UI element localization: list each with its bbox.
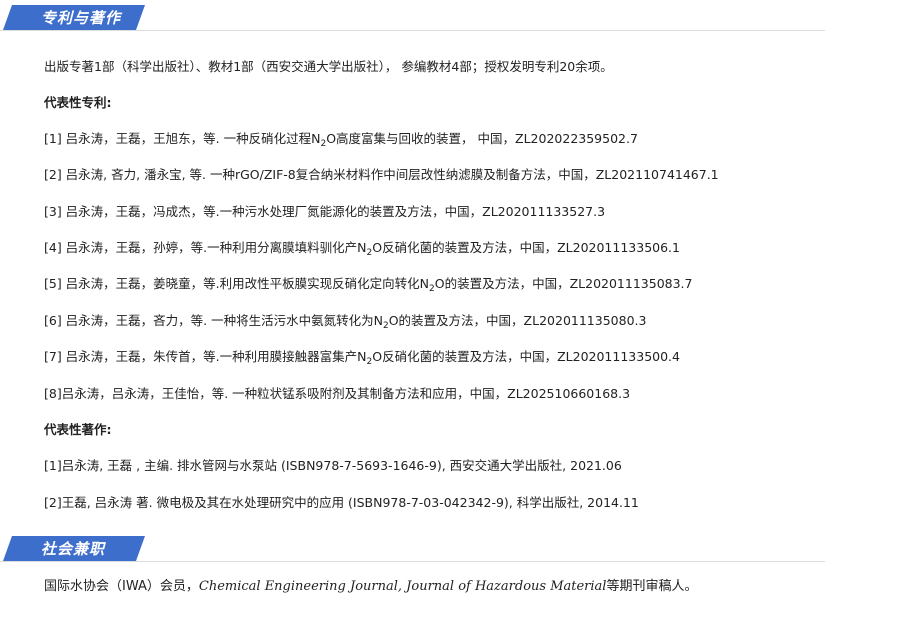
- patent-item: [3] 吕永涛，王磊，冯成杰，等.一种污水处理厂氮能源化的装置及方法，中国，ZL…: [44, 204, 606, 219]
- patent-item: [4] 吕永涛，王磊，孙婷，等.一种利用分离膜填料驯化产N2O反硝化菌的装置及方…: [44, 240, 680, 258]
- section-header-patents: 专利与著作: [0, 0, 825, 31]
- section-title-social: 社会兼职: [41, 540, 106, 558]
- patents-label: 代表性专利:: [44, 95, 112, 110]
- patent-item: [7] 吕永涛，王磊，朱传首，等.一种利用膜接触器富集产N2O反硝化菌的装置及方…: [44, 349, 680, 367]
- section-header-social: 社会兼职: [0, 531, 825, 562]
- patent-item: [2] 吕永涛, 吝力, 潘永宝, 等. 一种rGO/ZIF-8复合纳米材料作中…: [44, 167, 719, 182]
- section-tab-social: 社会兼职: [3, 536, 145, 561]
- journal-names: Chemical Engineering Journal, Journal of…: [198, 579, 607, 594]
- work-item: [2]王磊, 吕永涛 著. 微电极及其在水处理研究中的应用 (ISBN978-7…: [44, 495, 639, 510]
- works-label: 代表性著作:: [44, 422, 112, 437]
- patent-item: [5] 吕永涛，王磊，姜晓童，等.利用改性平板膜实现反硝化定向转化N2O的装置及…: [44, 276, 693, 294]
- section-tab-patents: 专利与著作: [3, 5, 145, 30]
- patent-item: [8]吕永涛，吕永涛，王佳怡，等. 一种粒状锰系吸附剂及其制备方法和应用，中国，…: [44, 386, 631, 401]
- work-item: [1]吕永涛, 王磊 , 主编. 排水管网与水泵站 (ISBN978-7-569…: [44, 458, 622, 473]
- patent-item: [6] 吕永涛，王磊，吝力，等. 一种将生活污水中氨氮转化为N2O的装置及方法，…: [44, 313, 647, 331]
- patent-item: [1] 吕永涛，王磊，王旭东，等. 一种反硝化过程N2O高度富集与回收的装置， …: [44, 131, 638, 149]
- social-text: 国际水协会（IWA）会员，Chemical Engineering Journa…: [44, 579, 698, 594]
- section-title-patents: 专利与著作: [41, 9, 122, 27]
- summary-text: 出版专著1部（科学出版社）、教材1部（西安交通大学出版社）， 参编教材4部；授权…: [44, 59, 613, 74]
